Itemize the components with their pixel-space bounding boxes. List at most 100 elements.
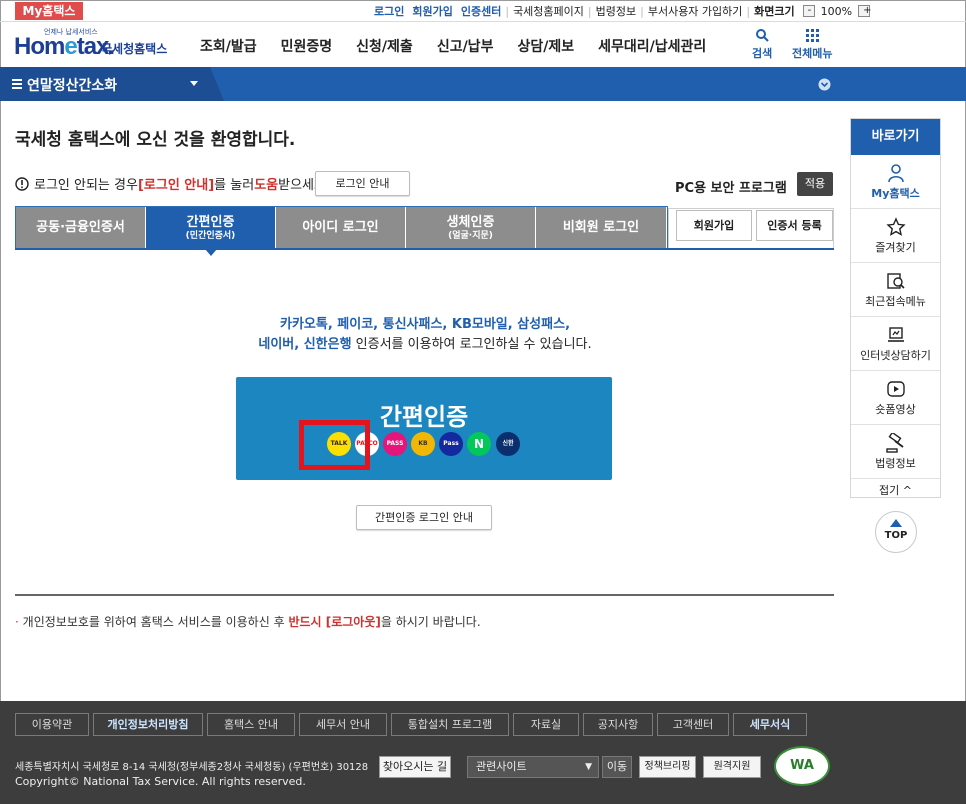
zoom-level: 100% [820,4,853,18]
pc-security-label: PC용 보안 프로그램 [675,181,787,196]
quick-recent-menu[interactable]: 최근접속메뉴 [851,263,940,317]
simple-auth-title: 간편인증 [379,403,469,431]
quick-favorites[interactable]: 즐겨찾기 [851,209,940,263]
wa-certification-mark: WA [774,746,830,786]
person-icon [887,163,904,182]
all-menu-label: 전체메뉴 [792,47,833,60]
signup-button[interactable]: 회원가입 [676,210,752,241]
fold-button[interactable]: 접기 ^ [851,479,940,503]
kb-mobile-icon[interactable]: KB [411,432,435,456]
quick-law-info[interactable]: 법령정보 [851,425,940,479]
provider-list-text: 카카오톡, 페이코, 통신사패스, KB모바일, 삼성패스, [279,317,571,332]
footer-customer-center[interactable]: 고객센터 [657,713,729,736]
nav-certificates[interactable]: 민원증명 [281,36,333,56]
pass-icon[interactable]: PASS [383,432,407,456]
footer-notices[interactable]: 공지사항 [583,713,653,736]
footer-address: 세종특별자치시 국세청로 8-14 국세청(정부세종2청사 국세청동) (우편번… [15,762,369,773]
play-icon [886,380,905,397]
arrow-up-icon [890,519,902,527]
apply-security-button[interactable]: 적용 [797,172,833,196]
footer-install-program[interactable]: 통합설치 프로그램 [391,713,509,736]
footer-privacy-policy[interactable]: 개인정보처리방침 [93,713,203,736]
top-utility-links: 로그인 회원가입 인증센터 | 국세청홈페이지 | 법령정보 | 부서사용자 가… [370,2,874,20]
tab-id-login[interactable]: 아이디 로그인 [276,207,406,250]
naver-icon[interactable]: N [467,432,491,456]
footer-hometax-guide[interactable]: 홈택스 안내 [207,713,295,736]
remote-support-button[interactable]: 원격지원 [703,756,761,778]
footer-copyright: Copyright© National Tax Service. All rig… [15,775,306,788]
logo-wordmark: Hometax. [14,33,115,60]
tab-slant-shape [210,67,224,101]
provider-desc-text: 네이버, 신한은행 인증서를 이용하여 로그인하실 수 있습니다. [258,337,592,352]
cert-center-link[interactable]: 인증센터 [457,3,505,19]
simple-auth-button[interactable]: 간편인증 [236,377,612,480]
tab-joint-financial-cert[interactable]: 공동·금융인증서 [16,207,146,250]
footer-tax-office-guide[interactable]: 세무서 안내 [299,713,387,736]
nav-tax-agent[interactable]: 세무대리/납세관리 [598,36,706,56]
welcome-heading: 국세청 홈택스에 오신 것을 환영합니다. [15,130,296,150]
star-icon [885,216,906,236]
login-link[interactable]: 로그인 [370,3,408,19]
hometax-logo[interactable]: 언제나 납세서비스 Hometax. 국세청홈택스 [14,27,174,61]
zoom-control: - 100% + [799,5,874,18]
top-divider [0,21,966,22]
shinhan-icon[interactable]: 신한 [496,432,520,456]
directions-button[interactable]: 찾아오시는 길 [379,756,451,778]
caret-down-icon [190,81,198,86]
my-hometax-badge[interactable]: My홈택스 [15,2,83,20]
footer-archive[interactable]: 자료실 [513,713,579,736]
hamburger-icon [12,79,22,89]
search-icon [756,29,769,42]
main-nav: 조회/발급 민원증명 신청/제출 신고/납부 상담/제보 세무대리/납세관리 [200,36,730,56]
quick-shortform-video[interactable]: 숏폼영상 [851,371,940,425]
nav-consult-report[interactable]: 상담/제보 [517,36,574,56]
tab-biometric[interactable]: 생체인증 (얼굴·지문) [406,207,536,250]
tab-baseline [15,248,834,250]
logo-korean-name: 국세청홈택스 [101,42,168,56]
info-circle-icon [15,176,29,191]
year-end-tax-title: 연말정산간소화 [27,78,118,94]
active-tab-pointer [205,249,217,256]
footer-terms[interactable]: 이용약관 [15,713,89,736]
login-guide-button[interactable]: 로그인 안내 [315,171,410,196]
law-info-link[interactable]: 법령정보 [592,3,640,19]
screen-size-label: 화면크기 [754,5,795,18]
related-sites-select[interactable]: 관련사이트 ▼ [467,756,599,778]
nav-report-pay[interactable]: 신고/납부 [437,36,494,56]
nts-homepage-link[interactable]: 국세청홈페이지 [509,3,588,19]
go-button[interactable]: 이동 [602,756,632,778]
logout-notice: · 개인정보보호를 위하여 홈택스 서비스를 이용하신 후 반드시 [로그아웃]… [15,615,481,629]
samsung-pass-icon[interactable]: Pass [439,432,463,456]
zoom-in-button[interactable]: + [858,5,871,17]
chevron-down-icon[interactable] [818,78,831,91]
quick-online-consult[interactable]: 인터넷상담하기 [851,317,940,371]
tab-simple-auth[interactable]: 간편인증 (민간인증서) [146,207,276,250]
footer-nav: 이용약관 개인정보처리방침 홈택스 안내 세무서 안내 통합설치 프로그램 자료… [15,713,811,736]
signup-link[interactable]: 회원가입 [408,3,456,19]
policy-briefing-button[interactable]: 정책브리핑 [639,756,696,778]
scroll-top-button[interactable]: TOP [875,511,917,553]
dept-user-signup-link[interactable]: 부서사용자 가입하기 [644,3,747,19]
search-button[interactable]: 검색 [752,28,772,61]
recent-search-icon [886,272,905,289]
cert-register-button[interactable]: 인증서 등록 [756,210,833,241]
top-label: TOP [884,530,908,541]
tab-non-member[interactable]: 비회원 로그인 [536,207,666,250]
nav-inquiry-issue[interactable]: 조회/발급 [200,36,257,56]
content-divider [15,594,834,596]
quick-menu-title: 바로가기 [851,119,940,155]
quick-my-hometax[interactable]: My홈택스 [851,155,940,209]
simple-auth-guide-button[interactable]: 간편인증 로그인 안내 [356,505,492,530]
grid-icon [806,29,820,42]
footer-tax-forms[interactable]: 세무서식 [733,713,807,736]
sub-nav-bar: 연말정산간소화 [0,67,966,101]
search-label: 검색 [752,47,773,60]
nav-apply-submit[interactable]: 신청/제출 [356,36,413,56]
laptop-icon [887,326,904,342]
highlight-box [299,420,370,470]
all-menu-button[interactable]: 전체메뉴 [792,28,832,61]
year-end-tax-dropdown[interactable]: 연말정산간소화 [0,67,210,101]
login-help-text: 로그인 안되는 경우 [로그인 안내] 를 눌러 도움 받으세요. [15,174,330,193]
zoom-out-button[interactable]: - [802,5,815,17]
quick-menu: 바로가기 My홈택스 즐겨찾기 최근접속메뉴 인터넷상담하기 숏폼영상 법령정보… [850,118,941,498]
